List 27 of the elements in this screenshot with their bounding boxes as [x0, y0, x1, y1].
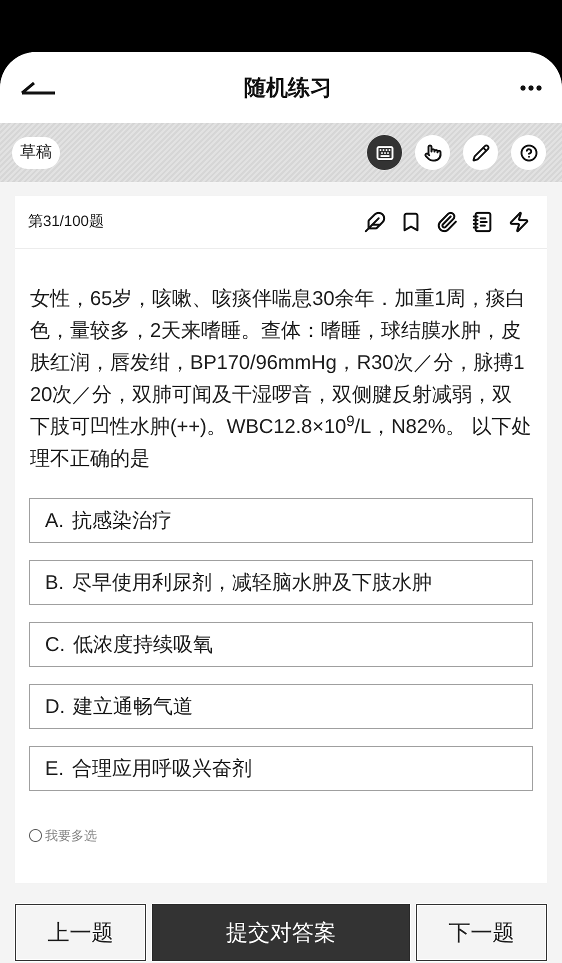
pointer-icon [424, 144, 442, 162]
answer-option[interactable]: A. 抗感染治疗 [29, 498, 533, 543]
answer-option[interactable]: C. 低浓度持续吸氧 [29, 622, 533, 667]
submit-button[interactable]: 提交对答案 [152, 904, 410, 961]
keyboard-icon [376, 144, 394, 162]
feather-icon[interactable] [364, 211, 386, 233]
notebook-icon[interactable] [472, 211, 494, 233]
tool-button[interactable] [367, 135, 402, 170]
more-icon[interactable] [520, 84, 542, 90]
pencil-icon [472, 144, 490, 162]
answer-option[interactable]: E. 合理应用呼吸兴奋剂 [29, 746, 533, 791]
back-icon[interactable] [20, 80, 56, 94]
help-icon [520, 144, 538, 162]
question-text: 女性，65岁，咳嗽、咳痰伴喘息30余年．加重1周，痰白色，量较多，2天来嗜睡。查体：嗜睡，球结膜水肿，皮肤红润，唇发绀，BP170/96mmHg，R30次／分，脉搏120次／分，双肺可闻及干湿啰音，双侧腱反射减弱，双下肢可凹性水肿(++)。WBC12.8×10$^{9}$/L，N82%。 以下处理不正确的是 [29, 287, 532, 472]
window-title: 随机练习 [244, 74, 332, 102]
draft-button[interactable]: 草稿 [12, 136, 60, 168]
tool-button[interactable] [463, 135, 498, 170]
bolt-icon[interactable] [508, 211, 530, 233]
answer-option[interactable]: B. 尽早使用利尿剂，减轻脑水肿及下肢水肿 [29, 560, 533, 605]
answer-option[interactable]: D. 建立通畅气道 [29, 684, 533, 729]
next-button[interactable]: 下一题 [416, 904, 547, 961]
question-counter: 第31/100题 [28, 212, 104, 232]
tool-button[interactable] [511, 135, 546, 170]
tool-button[interactable] [415, 135, 450, 170]
paperclip-icon[interactable] [436, 211, 458, 233]
previous-button[interactable]: 上一题 [15, 904, 146, 961]
multi-select-toggle[interactable]: 我要多选 [29, 826, 97, 846]
